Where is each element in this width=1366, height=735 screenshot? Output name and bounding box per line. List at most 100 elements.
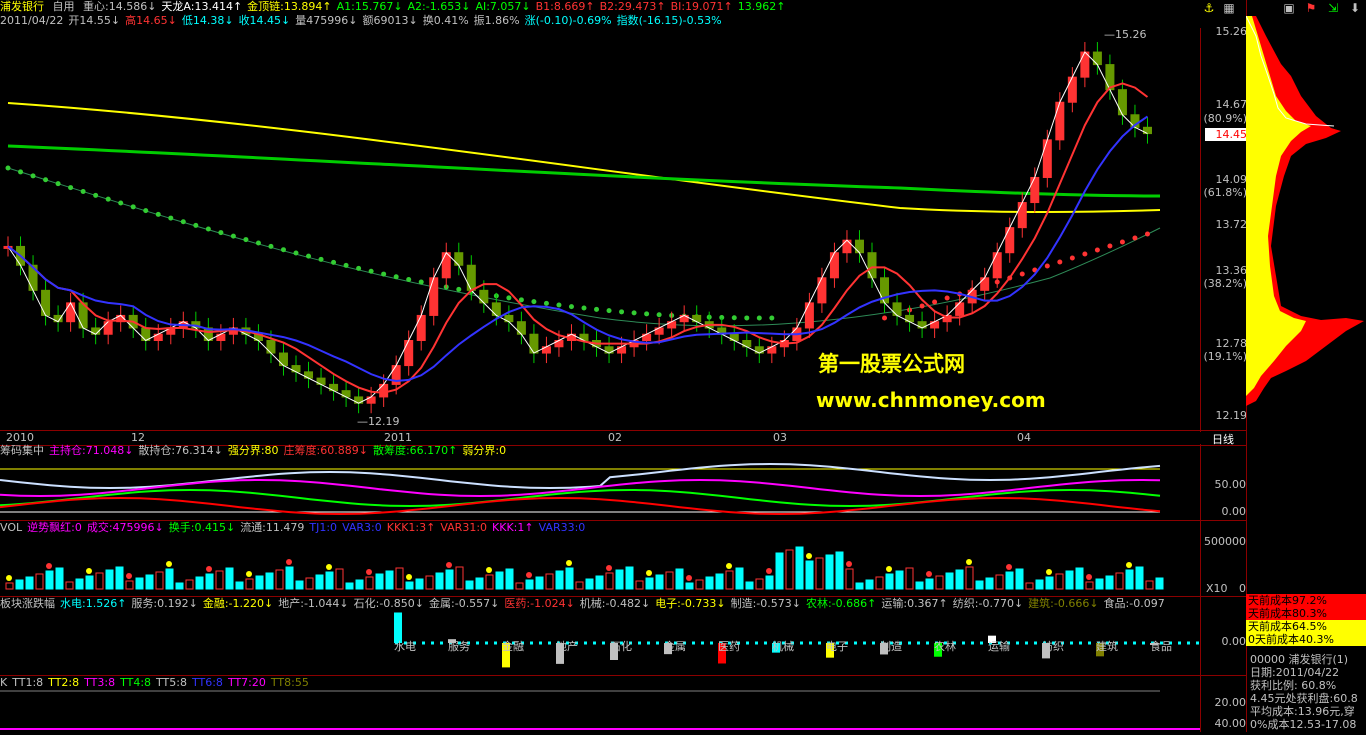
header1-item: B1:8.669↑: [535, 0, 595, 13]
indicator3-item: 医药:-1.024↓: [504, 597, 575, 610]
indicator3-item: 纺织:-0.770↓: [952, 597, 1024, 610]
sector-svg: 水电 服务 金融 地产 石化 金属 医药 机械 电子 制造 农林 运输 纺织 建筑 食品: [394, 612, 1200, 668]
sector-label: 制造: [880, 639, 902, 653]
indicator3-item: 运输:0.367↑: [881, 597, 948, 610]
stock-name[interactable]: 浦发银行: [0, 0, 44, 13]
price-tick: (61.8%): [1203, 186, 1247, 199]
indicator2-item: 换手:0.415↓: [168, 521, 236, 534]
indicator2-item: TJ1:0: [309, 521, 338, 534]
indicator4-item: TT1:8: [12, 676, 44, 689]
indicator2-item: VOL: [0, 521, 23, 534]
header2-item: 开14.55↓: [68, 14, 121, 27]
indicator3-item: 金融:-1.220↓: [202, 597, 274, 610]
indicator4-item: TT6:8: [191, 676, 223, 689]
sector-bar: [394, 612, 402, 643]
indicator1-item: 弱分界:0: [462, 444, 507, 457]
sector-label: 机械: [772, 639, 794, 653]
sector-label: 医药: [718, 640, 740, 653]
cost-row: 0天前成本40.3%: [1246, 633, 1366, 646]
indicator3-item: 石化:-0.850↓: [353, 597, 425, 610]
indicator2-item: 成交:475996↓: [86, 521, 164, 534]
indicator3-item: 服务:0.192↓: [131, 597, 198, 610]
indicator2-item: KKK1:3↑: [386, 521, 436, 534]
grid-icon[interactable]: ▦: [1222, 1, 1236, 15]
sector-label: 石化: [610, 639, 632, 653]
indicator3-item: 板块涨跌幅: [0, 597, 55, 610]
indicator1-panel[interactable]: [0, 458, 1200, 520]
header1-item: A1:15.767↓: [336, 0, 403, 13]
formula-tab[interactable]: 自用: [53, 0, 75, 13]
cost-row: 天前成本97.2%: [1246, 594, 1366, 607]
header2-item: 换0.41%: [422, 14, 469, 27]
cost-row: 天前成本80.3%: [1246, 607, 1366, 620]
header2-item: 量475996↓: [295, 14, 358, 27]
vol-axis-top: 500000: [1204, 535, 1246, 548]
date-tick: 2010: [6, 431, 34, 444]
indicator4-panel[interactable]: [0, 690, 1200, 732]
price-tick: 13.72: [1215, 218, 1248, 231]
header-row-quote: 2011/04/22 开14.55↓ 高14.65↓ 低14.38↓ 收14.45↓ 量4…: [0, 14, 732, 28]
flag-icon[interactable]: ▣: [1282, 1, 1296, 15]
header2-item: 指数(-16.15)-0.53%: [616, 14, 722, 27]
sector-panel[interactable]: 水电 服务 金融 地产 石化 金属 医药 机械 电子 制造 农林 运输 纺织 建筑 食品: [0, 611, 1200, 675]
indicator4-item: TT8:55: [270, 676, 309, 689]
sector-label: 建筑: [1096, 639, 1118, 653]
sector-label: 农林: [934, 639, 956, 653]
indicator3-item: 地产:-1.044↓: [278, 597, 349, 610]
arrows-icon[interactable]: ⇲: [1326, 1, 1340, 15]
date-tick: 2011: [384, 431, 412, 444]
cost-row: 天前成本64.5%: [1246, 620, 1366, 633]
indicator4-item: TT4:8: [120, 676, 152, 689]
anchor-icon[interactable]: ⚓: [1202, 1, 1216, 15]
ind1-axis-tick: 0.00: [1221, 505, 1247, 518]
header1-item: 天龙A:13.414↑: [161, 0, 243, 13]
indicator4-item: TT7:20: [227, 676, 266, 689]
sector-label: 食品: [1150, 639, 1172, 653]
header2-item: 2011/04/22: [0, 14, 64, 27]
sector-label: 水电: [394, 640, 416, 653]
indicator1-item: 强分界:80: [227, 444, 279, 457]
indicator4-item: TT3:8: [84, 676, 116, 689]
sector-label: 纺织: [1042, 639, 1064, 653]
price-tick: 12.19: [1215, 409, 1248, 422]
period-label[interactable]: 日线: [1212, 431, 1234, 447]
header1-item: BI:19.071↑: [670, 0, 733, 13]
header1-item: 重心:14.586↓: [83, 0, 157, 13]
header2-item: 收14.45↓: [238, 14, 291, 27]
indicator4-item: TT2:8: [48, 676, 80, 689]
indicator2-item: VAR33:0: [538, 521, 586, 534]
header1-item: B2:29.473↑: [599, 0, 666, 13]
date-tick: 02: [608, 431, 622, 444]
volume-panel[interactable]: [0, 535, 1200, 595]
sector-axis-tick: 0.00: [1221, 635, 1247, 648]
header-row-main: 浦发银行 自用 重心:14.586↓ 天龙A:13.414↑ 金顶链:13.894↑…: [0, 0, 795, 14]
ind1-axis-tick: 50.00: [1214, 478, 1247, 491]
main-candle-chart[interactable]: 第一股票公式网 www.chnmoney.com —15.26 —12.19: [0, 28, 1200, 430]
indicator1-item: 散持仓:76.314↓: [138, 444, 223, 457]
ind4-axis-tick: 20.00: [1214, 696, 1247, 709]
indicator1-item: 散筹度:66.170↑: [372, 444, 458, 457]
indicator3-item: 机械:-0.482↓: [579, 597, 651, 610]
sector-label: 金属: [664, 639, 686, 653]
arrow-down-icon[interactable]: ⬇: [1348, 1, 1362, 15]
price-tick: 14.67: [1215, 98, 1248, 111]
low-price-marker: —12.19: [357, 415, 400, 428]
chip-distribution-svg: [1245, 15, 1364, 406]
sector-label: 金融: [502, 639, 524, 653]
indicator2-item: KKK:1↑: [492, 521, 534, 534]
watermark-url: www.chnmoney.com: [816, 388, 1046, 412]
header1-item: 金顶链:13.894↑: [247, 0, 332, 13]
header2-item: 低14.38↓: [181, 14, 234, 27]
header2-item: 振1.86%: [473, 14, 520, 27]
chip-distribution[interactable]: [1245, 15, 1366, 592]
chip-info-line: 0%成本12.53-17.08: [1250, 718, 1357, 731]
price-axis: 15.26 14.67 (80.9%) 14.45 14.09 (61.8%) …: [1200, 25, 1248, 432]
indicator2-item: 逆势飘红:0: [27, 521, 82, 534]
indicator3-item: 农林:-0.686↑: [805, 597, 877, 610]
current-price-tag: 14.45: [1205, 128, 1247, 141]
sector-label: 服务: [448, 640, 470, 653]
flag-red-icon[interactable]: ⚑: [1304, 1, 1318, 15]
candlestick-svg: [3, 42, 1161, 414]
indicator1-item: 筹码集中: [0, 444, 44, 457]
high-price-marker: —15.26: [1104, 28, 1147, 41]
